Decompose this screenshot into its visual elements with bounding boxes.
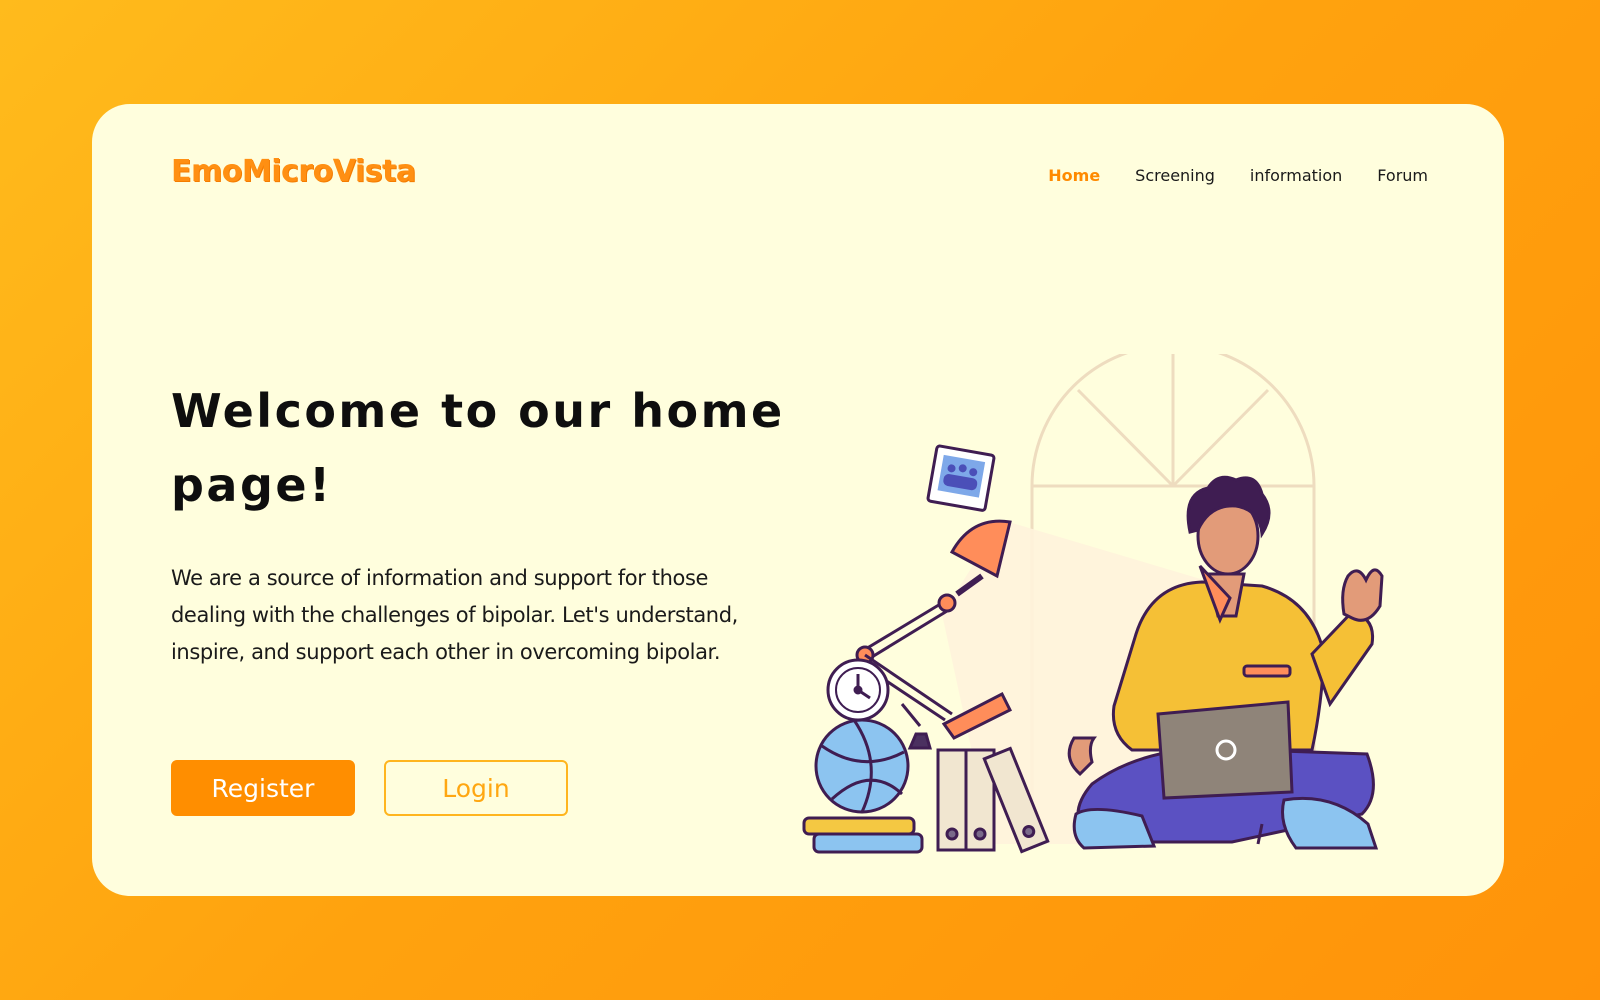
register-button[interactable]: Register [171, 760, 355, 816]
main-card: EmoMicroVista Home Screening information… [92, 104, 1504, 896]
photo-frame-icon [926, 444, 996, 512]
nav-item-screening[interactable]: Screening [1135, 166, 1215, 185]
brand-logo[interactable]: EmoMicroVista [171, 154, 416, 189]
laptop-icon [1156, 700, 1294, 800]
nav-item-information[interactable]: information [1250, 166, 1342, 185]
globe-icon [814, 703, 932, 814]
hero-title: Welcome to our home page! [171, 384, 785, 512]
book-stack-icon [802, 816, 924, 854]
nav-item-home[interactable]: Home [1048, 166, 1100, 185]
top-nav: Home Screening information Forum [1048, 166, 1428, 185]
login-button[interactable]: Login [384, 760, 568, 816]
hero-description: We are a source of information and suppo… [171, 566, 738, 664]
hero-illustration [802, 354, 1384, 854]
clock-icon [826, 658, 890, 722]
nav-item-forum[interactable]: Forum [1377, 166, 1428, 185]
